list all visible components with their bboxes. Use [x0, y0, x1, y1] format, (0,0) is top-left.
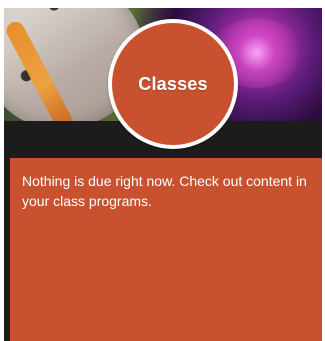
empty-state-message: Nothing is due right now. Check out cont…	[22, 173, 307, 209]
classes-title: Classes	[138, 73, 208, 94]
content-card: Nothing is due right now. Check out cont…	[10, 158, 322, 341]
classes-badge[interactable]: Classes	[108, 19, 238, 149]
